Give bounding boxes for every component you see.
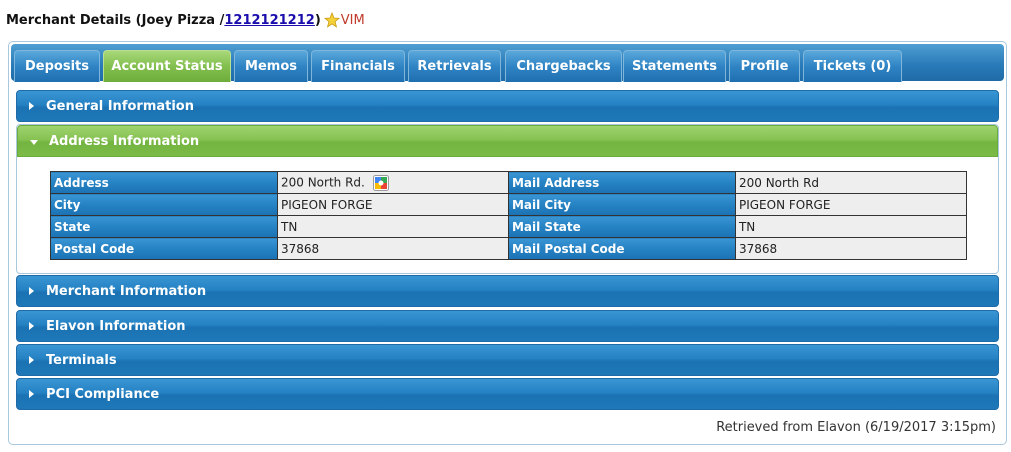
section-elavon-information: Elavon Information [16, 310, 999, 342]
mail-address-value: 200 North Rd [734, 171, 968, 194]
section-terminals: Terminals [16, 344, 999, 376]
title-prefix: Merchant Details (Joey Pizza / [6, 12, 225, 28]
section-merchant-information: Merchant Information [16, 275, 999, 307]
general-information-header[interactable]: General Information [16, 90, 999, 122]
mail-city-label: Mail City [507, 193, 736, 216]
pci-compliance-title: PCI Compliance [46, 386, 160, 402]
google-maps-icon[interactable] [372, 174, 389, 191]
section-general-information: General Information [16, 90, 999, 122]
tab-statements[interactable]: Statements [623, 50, 726, 82]
title-suffix: ) [314, 12, 321, 28]
merchant-panel: Deposits Account Status Memos Financials… [8, 41, 1007, 445]
collapsed-arrow-icon [29, 356, 34, 364]
pci-compliance-header[interactable]: PCI Compliance [16, 378, 999, 410]
table-row: Postal Code 37868 Mail Postal Code 37868 [50, 237, 968, 260]
address-information-header[interactable]: Address Information [17, 125, 998, 157]
address-table: Address 200 North Rd. Mail Address 200 N… [50, 171, 968, 260]
mail-postal-code-label: Mail Postal Code [507, 237, 736, 260]
star-icon[interactable] [323, 12, 340, 28]
general-information-title: General Information [46, 98, 194, 114]
vim-label[interactable]: VIM [341, 13, 365, 28]
mail-state-value: TN [734, 215, 968, 238]
tab-memos[interactable]: Memos [234, 50, 308, 82]
address-label: Address [50, 171, 278, 194]
table-row: State TN Mail State TN [50, 215, 968, 238]
city-value: PIGEON FORGE [276, 193, 509, 216]
address-information-title: Address Information [49, 133, 200, 149]
address-value-cell: 200 North Rd. [276, 171, 509, 194]
expanded-arrow-icon [30, 139, 38, 145]
tab-account-status[interactable]: Account Status [103, 50, 231, 82]
collapsed-arrow-icon [29, 322, 34, 330]
tab-financials[interactable]: Financials [311, 50, 405, 82]
address-information-body: Address 200 North Rd. Mail Address 200 N… [17, 157, 998, 273]
postal-code-label: Postal Code [50, 237, 278, 260]
state-value: TN [276, 215, 509, 238]
mail-state-label: Mail State [507, 215, 736, 238]
tab-bar: Deposits Account Status Memos Financials… [11, 44, 1004, 82]
retrieved-timestamp: Retrieved from Elavon (6/19/2017 3:15pm) [716, 420, 996, 435]
elavon-information-title: Elavon Information [46, 318, 186, 334]
merchant-information-header[interactable]: Merchant Information [16, 275, 999, 307]
page-title: Merchant Details (Joey Pizza / 121212121… [6, 10, 365, 30]
tab-deposits[interactable]: Deposits [14, 50, 100, 82]
tab-retrievals[interactable]: Retrievals [408, 50, 501, 82]
mail-city-value: PIGEON FORGE [734, 193, 968, 216]
tab-chargebacks[interactable]: Chargebacks [505, 50, 622, 82]
account-number-link[interactable]: 1212121212 [224, 13, 314, 28]
terminals-header[interactable]: Terminals [16, 344, 999, 376]
collapsed-arrow-icon [29, 390, 34, 398]
city-label: City [50, 193, 278, 216]
collapsed-arrow-icon [29, 287, 34, 295]
address-value: 200 North Rd. [280, 175, 365, 189]
mail-address-label: Mail Address [507, 171, 736, 194]
state-label: State [50, 215, 278, 238]
table-row: City PIGEON FORGE Mail City PIGEON FORGE [50, 193, 968, 216]
section-pci-compliance: PCI Compliance [16, 378, 999, 410]
section-address-information: Address Information Address 200 North Rd… [16, 124, 999, 274]
merchant-information-title: Merchant Information [46, 283, 207, 299]
elavon-information-header[interactable]: Elavon Information [16, 310, 999, 342]
table-row: Address 200 North Rd. Mail Address 200 N… [50, 171, 968, 194]
collapsed-arrow-icon [29, 102, 34, 110]
terminals-title: Terminals [46, 352, 117, 368]
mail-postal-code-value: 37868 [734, 237, 968, 260]
tab-tickets[interactable]: Tickets (0) [803, 50, 902, 82]
postal-code-value: 37868 [276, 237, 509, 260]
tab-profile[interactable]: Profile [729, 50, 800, 82]
